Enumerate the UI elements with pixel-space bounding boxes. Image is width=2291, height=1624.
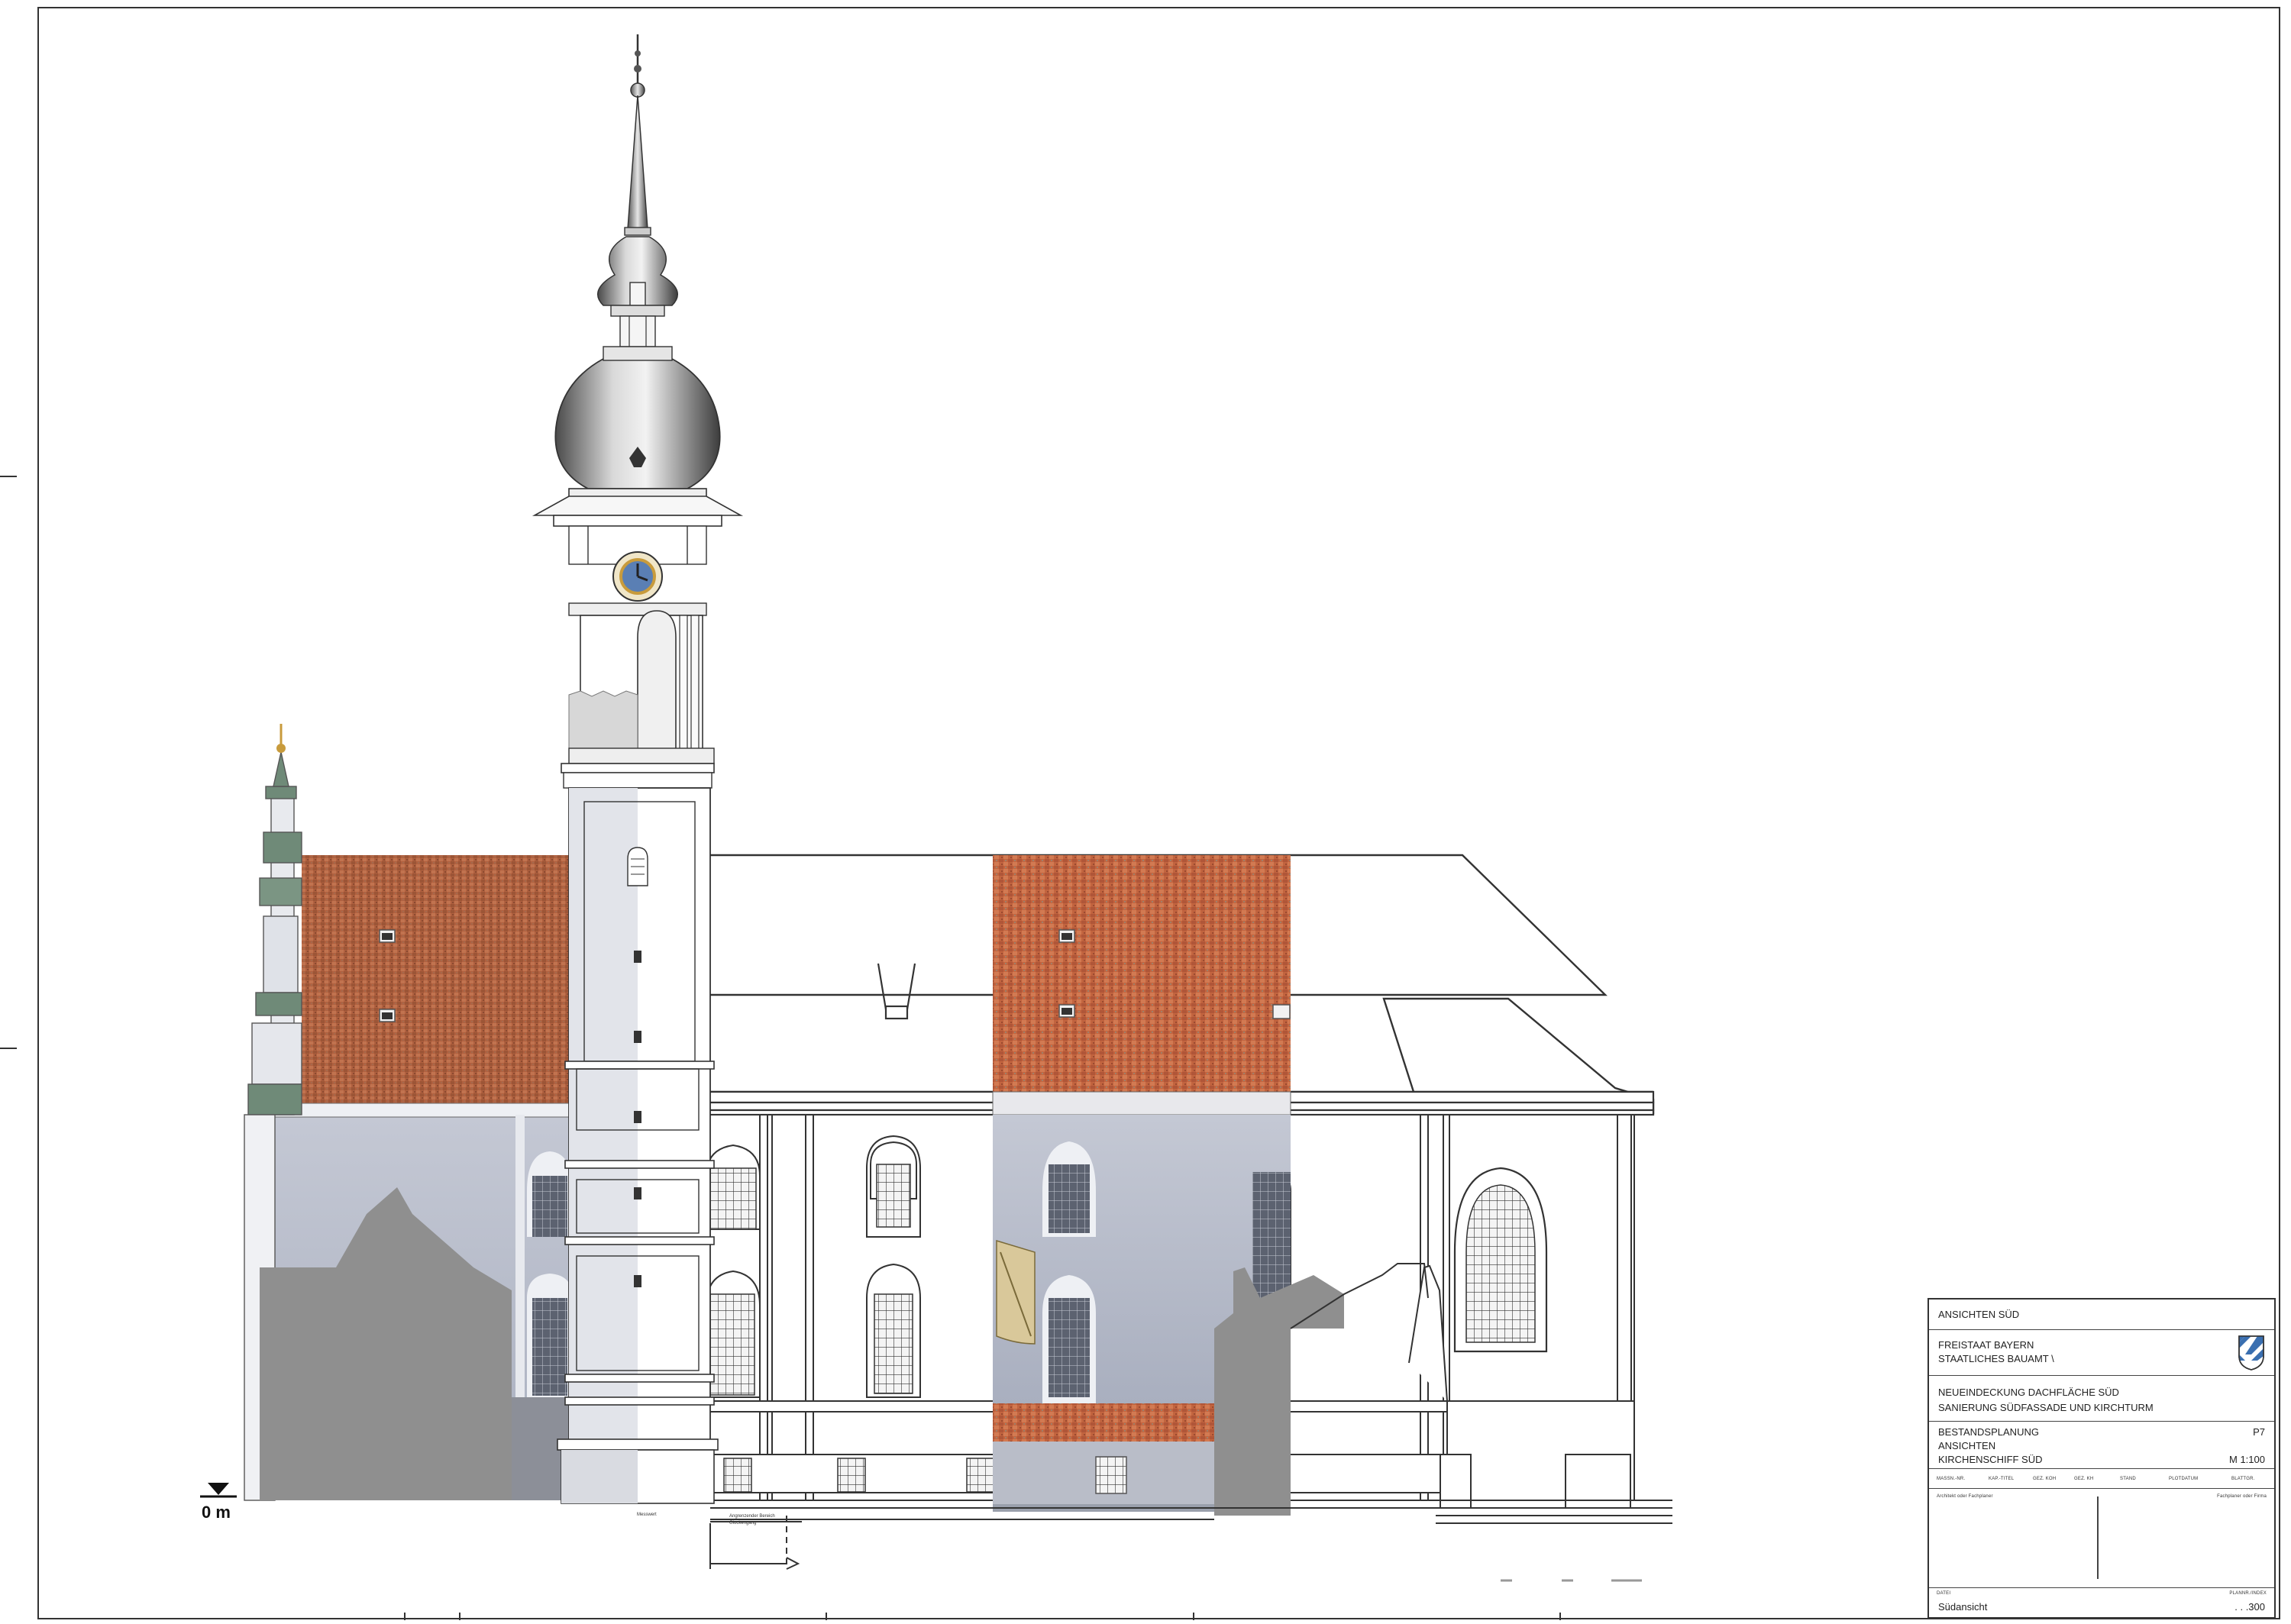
plan-type: ANSICHTEN xyxy=(1938,1440,1996,1451)
project-line-1: NEUEINDECKUNG DACHFLÄCHE SÜD xyxy=(1938,1387,2119,1398)
ground-lines xyxy=(709,1507,1672,1570)
date-label: DATEI xyxy=(1937,1591,1951,1596)
info-header-5: STAND xyxy=(2120,1477,2136,1481)
file-name: Südansicht xyxy=(1938,1601,1988,1613)
plan-number: P7 xyxy=(2253,1426,2265,1438)
tb-row-file: DATEI PLANNR./INDEX Südansicht . . .300 xyxy=(1929,1588,2274,1617)
zero-level-label: 0 m xyxy=(202,1503,231,1522)
tb-row-project: NEUEINDECKUNG DACHFLÄCHE SÜD SANIERUNG S… xyxy=(1929,1376,2274,1422)
tb-row-plan: BESTANDSPLANUNG P7 ANSICHTEN KIRCHENSCHI… xyxy=(1929,1422,2274,1469)
authority-line-1: FREISTAAT BAYERN xyxy=(1938,1339,2034,1351)
plan-phase: BESTANDSPLANUNG xyxy=(1938,1426,2039,1438)
info-header-6: PLOTDATUM xyxy=(2169,1477,2199,1481)
boundary-note-1: Angrenzender Bereich xyxy=(729,1514,775,1519)
info-header-2: KAP.-TITEL xyxy=(1989,1477,2015,1481)
signature-left-label: Architekt oder Fachplaner xyxy=(1937,1494,1993,1499)
signature-divider xyxy=(2097,1496,2099,1579)
plan-subject: KIRCHENSCHIFF SÜD xyxy=(1938,1454,2043,1465)
plan-index: . . .300 xyxy=(2234,1601,2265,1613)
coat-of-arms-icon xyxy=(2238,1335,2264,1371)
authority-line-2: STAATLICHES BAUAMT \ xyxy=(1938,1353,2054,1364)
tb-row-info: MASSN.-NR. KAP.-TITEL GEZ. KOH GEZ. KH S… xyxy=(1929,1469,2274,1489)
zero-level-marker xyxy=(200,1483,237,1498)
plan-scale: M 1:100 xyxy=(2229,1454,2265,1465)
boundary-note-2: Glockengang xyxy=(729,1521,757,1526)
signature-right-label: Fachplaner oder Firma xyxy=(2217,1494,2267,1499)
info-header-4: GEZ. KH xyxy=(2074,1477,2094,1481)
tb-row-authority: FREISTAAT BAYERN STAATLICHES BAUAMT \ xyxy=(1929,1330,2274,1376)
title-block: ANSICHTEN SÜD FREISTAAT BAYERN STAATLICH… xyxy=(1927,1298,2276,1619)
view-title: ANSICHTEN SÜD xyxy=(1938,1309,2020,1320)
info-header-3: GEZ. KOH xyxy=(2033,1477,2057,1481)
tb-row-view: ANSICHTEN SÜD xyxy=(1929,1300,2274,1330)
measure-note: Messwert xyxy=(637,1513,657,1517)
tb-row-signatures: Architekt oder Fachplaner Fachplaner ode… xyxy=(1929,1489,2274,1588)
project-line-2: SANIERUNG SÜDFASSADE UND KIRCHTURM xyxy=(1938,1402,2154,1413)
info-header-7: BLATTGR. xyxy=(2231,1477,2255,1481)
info-header-1: MASSN.-NR. xyxy=(1937,1477,1966,1481)
plan-index-label: PLANNR./INDEX xyxy=(2229,1591,2267,1596)
